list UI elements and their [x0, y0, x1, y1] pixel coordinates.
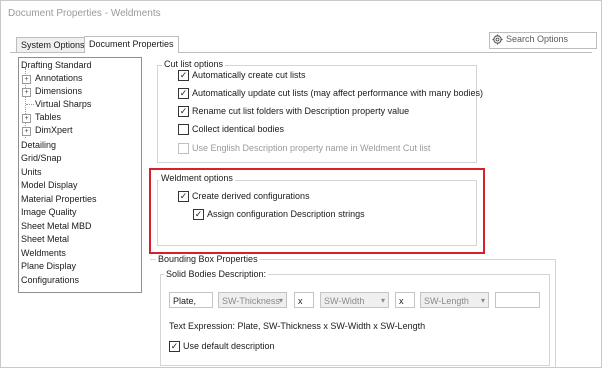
separator-field-2[interactable]: x: [395, 292, 415, 308]
text-expression-label: Text Expression: Plate, SW-Thickness x S…: [169, 321, 426, 331]
options-tree[interactable]: Drafting Standard + Annotations + Dimens…: [18, 57, 142, 293]
tree-item-label: Dimensions: [35, 86, 83, 96]
tree-item-label: Units: [21, 167, 42, 177]
expand-icon[interactable]: +: [22, 75, 31, 84]
tree-item-label: Grid/Snap: [21, 153, 62, 163]
bounding-box-title: Bounding Box Properties: [156, 254, 260, 264]
tree-item-label: Detailing: [21, 140, 57, 150]
length-combo[interactable]: SW-Length ▾: [420, 292, 489, 308]
expand-icon[interactable]: +: [22, 88, 31, 97]
solid-bodies-group: [160, 274, 550, 366]
chevron-down-icon: ▾: [278, 296, 283, 305]
collect-identical-bodies-checkbox[interactable]: [178, 124, 189, 135]
highlight-box: [149, 168, 485, 254]
use-english-description-label: Use English Description property name in…: [192, 143, 431, 153]
use-english-description-checkbox: [178, 143, 189, 154]
length-combo-value: SW-Length: [424, 296, 469, 306]
cut-list-auto-create-label: Automatically create cut lists: [192, 70, 306, 80]
use-default-description-checkbox[interactable]: ✓: [169, 341, 180, 352]
gear-search-icon: [492, 34, 503, 45]
cut-list-auto-update-checkbox[interactable]: ✓: [178, 88, 189, 99]
bounding-box-group-border-right: [555, 259, 556, 368]
tree-item-label: Model Display: [21, 180, 78, 190]
thickness-combo-value: SW-Thickness: [222, 296, 280, 306]
tab-document-properties[interactable]: Document Properties: [84, 36, 179, 53]
tree-item-label: Weldments: [21, 248, 66, 258]
search-options-label: Search Options: [506, 34, 569, 44]
cut-list-rename-folders-label: Rename cut list folders with Description…: [192, 106, 410, 116]
tree-item-label: Configurations: [21, 275, 80, 285]
expand-icon[interactable]: +: [22, 114, 31, 123]
use-default-description-label: Use default description: [183, 341, 275, 351]
cut-list-rename-folders-checkbox[interactable]: ✓: [178, 106, 189, 117]
chevron-down-icon: ▾: [380, 296, 385, 305]
tree-item-label: Annotations: [35, 73, 83, 83]
tree-connector: [26, 104, 34, 105]
tree-item-label: Drafting Standard: [21, 60, 92, 70]
width-combo-value: SW-Width: [324, 296, 365, 306]
cut-list-options-title: Cut list options: [162, 59, 226, 69]
tree-item-label: Virtual Sharps: [35, 99, 92, 109]
width-combo[interactable]: SW-Width ▾: [320, 292, 389, 308]
separator-field-1[interactable]: x: [294, 292, 314, 308]
tree-item-label: DimXpert: [35, 125, 73, 135]
solid-bodies-title: Solid Bodies Description:: [164, 269, 269, 279]
tree-item-label: Image Quality: [21, 207, 77, 217]
thickness-combo[interactable]: SW-Thickness ▾: [218, 292, 287, 308]
tree-item-label: Plane Display: [21, 261, 77, 271]
suffix-text-field[interactable]: [495, 292, 540, 308]
tree-item-label: Sheet Metal: [21, 234, 70, 244]
cut-list-auto-update-label: Automatically update cut lists (may affe…: [192, 88, 483, 98]
chevron-down-icon: ▾: [480, 296, 485, 305]
tab-system-options[interactable]: System Options: [16, 37, 90, 53]
cut-list-auto-create-checkbox[interactable]: ✓: [178, 70, 189, 81]
tree-item-label: Material Properties: [21, 194, 97, 204]
tree-item-label: Tables: [35, 112, 62, 122]
collect-identical-bodies-label: Collect identical bodies: [192, 124, 285, 134]
window-title: Document Properties - Weldments: [8, 8, 161, 19]
prefix-text-field[interactable]: Plate,: [169, 292, 213, 308]
expand-icon[interactable]: +: [22, 127, 31, 136]
tree-item-label: Sheet Metal MBD: [21, 221, 92, 231]
